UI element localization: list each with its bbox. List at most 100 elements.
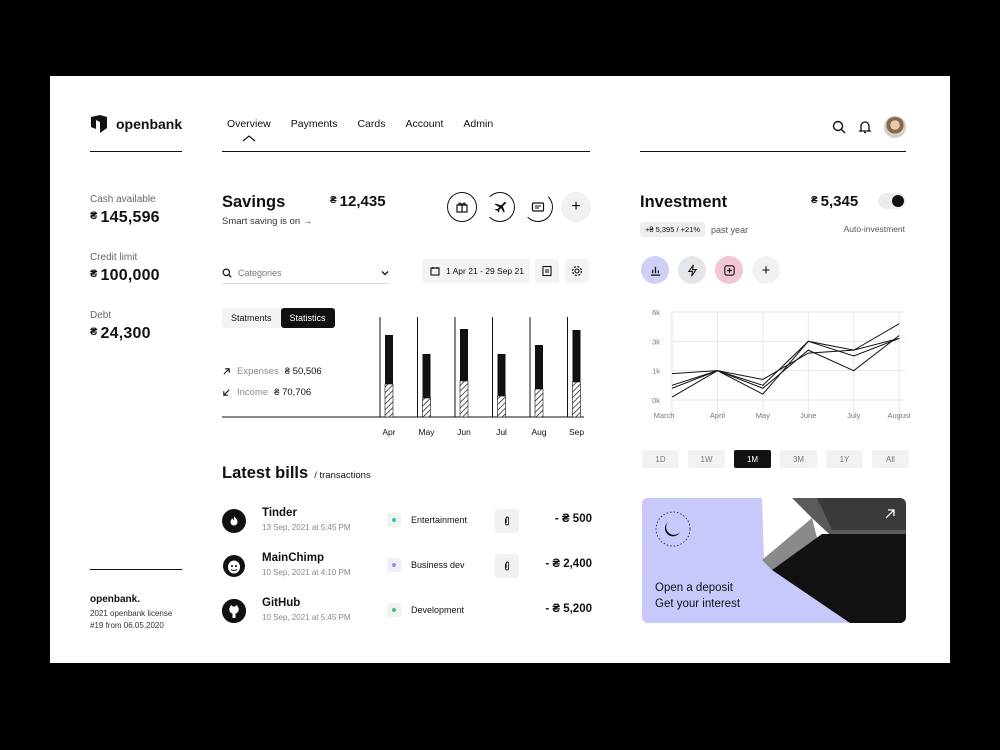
x-tick-label: August xyxy=(887,411,910,420)
attachment-button[interactable] xyxy=(495,554,519,578)
attachment-button[interactable] xyxy=(495,509,519,533)
gear-icon xyxy=(571,265,583,277)
income-bar xyxy=(459,380,469,418)
search-icon[interactable] xyxy=(832,120,846,134)
travel-goal-button[interactable] xyxy=(485,192,515,222)
bill-category: Entertainment xyxy=(387,513,467,527)
bill-name: GitHub xyxy=(262,597,301,609)
bills-title: Latest bills xyxy=(222,464,309,482)
export-button[interactable] xyxy=(535,259,559,283)
promo-text: Open a deposit Get your interest xyxy=(655,580,740,612)
smart-saving-link[interactable]: Smart saving is on → xyxy=(222,216,312,227)
bell-icon[interactable] xyxy=(858,120,872,134)
categories-select[interactable]: Categories xyxy=(222,262,390,284)
range-3m[interactable]: 3M xyxy=(780,450,817,468)
nav-admin[interactable]: Admin xyxy=(463,118,493,130)
income-bar xyxy=(534,388,544,418)
range-selector: 1D 1W 1M 3M 1Y All xyxy=(642,450,909,468)
range-1y[interactable]: 1Y xyxy=(826,450,863,468)
savings-amount: ₴ 12,435 xyxy=(330,193,386,210)
stat-label: Credit limit xyxy=(90,252,138,263)
bar-chart-icon xyxy=(650,266,660,276)
date-range-picker[interactable]: 1 Apr 21 - 29 Sep 21 xyxy=(422,259,530,283)
bills-subtitle: / transactions xyxy=(314,470,371,481)
open-deposit-card[interactable]: Open a deposit Get your interest xyxy=(642,498,906,623)
divider xyxy=(222,151,590,152)
quick-invest-button[interactable] xyxy=(678,256,706,284)
categories-placeholder: Categories xyxy=(238,267,282,278)
openbank-logo-icon xyxy=(91,115,107,133)
income-bar xyxy=(572,381,581,418)
openbank-badge-icon xyxy=(655,511,691,547)
app-frame: openbank Overview Payments Cards Account… xyxy=(50,76,950,663)
bill-row[interactable]: GitHub 10 Sep, 2021 at 5:45 PM Developme… xyxy=(222,597,592,627)
ticket-goal-button[interactable] xyxy=(523,192,553,222)
x-tick-label: June xyxy=(800,411,816,420)
bill-amount: - ₴ 2,400 xyxy=(545,558,592,570)
health-fund-button[interactable] xyxy=(715,256,743,284)
auto-investment-toggle[interactable] xyxy=(878,193,906,209)
active-nav-indicator-icon xyxy=(242,135,256,142)
document-icon xyxy=(542,265,552,277)
paperclip-icon xyxy=(504,516,510,526)
top-actions xyxy=(832,116,906,138)
add-investment-button[interactable]: + xyxy=(752,256,780,284)
investment-growth: +₴ 5,395 / +21% past year xyxy=(640,222,748,237)
stat-credit: Credit limit ₴ 100,000 xyxy=(90,252,160,285)
chevron-down-icon xyxy=(381,270,389,275)
nav-overview[interactable]: Overview xyxy=(227,118,271,130)
divider xyxy=(640,151,906,152)
bill-row[interactable]: Tinder 13 Sep, 2021 at 5:45 PM Entertain… xyxy=(222,507,592,537)
x-tick-label: Jun xyxy=(457,427,471,437)
range-all[interactable]: All xyxy=(872,450,909,468)
bill-row[interactable]: MainChimp 10 Sep, 2021 at 4:10 PM Busine… xyxy=(222,552,592,582)
bill-name: Tinder xyxy=(262,507,297,519)
stats-button[interactable] xyxy=(641,256,669,284)
settings-button[interactable] xyxy=(565,259,589,283)
x-tick-label: Apr xyxy=(382,427,395,437)
search-icon xyxy=(222,268,232,278)
bill-category: Development xyxy=(387,603,464,617)
calendar-icon xyxy=(430,267,440,276)
airplane-icon xyxy=(494,201,507,213)
medical-plus-icon xyxy=(723,264,735,276)
y-tick-label: 1k xyxy=(652,367,660,376)
nav-cards[interactable]: Cards xyxy=(357,118,385,130)
savings-goals: + xyxy=(447,192,591,222)
nav-payments[interactable]: Payments xyxy=(291,118,338,130)
range-1d[interactable]: 1D xyxy=(642,450,679,468)
x-tick-label: Sep xyxy=(569,427,584,437)
brand-logo[interactable]: openbank xyxy=(90,114,182,134)
stat-label: Cash available xyxy=(90,194,156,205)
date-range-value: 1 Apr 21 - 29 Sep 21 xyxy=(446,266,524,276)
x-tick-label: Aug xyxy=(531,427,546,437)
stat-label: Debt xyxy=(90,310,112,321)
y-tick-label: 0k xyxy=(652,396,660,405)
stat-cash: Cash available ₴ 145,596 xyxy=(90,194,160,227)
footer-license: 2021 openbank license xyxy=(90,609,173,618)
add-goal-button[interactable]: + xyxy=(561,192,591,222)
plus-icon: + xyxy=(571,198,581,215)
investment-amount: ₴ 5,345 xyxy=(811,193,859,210)
range-1m[interactable]: 1M xyxy=(734,450,771,468)
arrow-up-right-icon[interactable] xyxy=(884,508,896,520)
promo-line-2: Get your interest xyxy=(655,598,741,610)
stat-debt: Debt ₴ 24,300 xyxy=(90,310,151,343)
savings-title: Savings xyxy=(222,193,286,211)
gift-goal-button[interactable] xyxy=(447,192,477,222)
bill-category: Business dev xyxy=(387,558,465,572)
x-tick-label: March xyxy=(654,411,675,420)
avatar[interactable] xyxy=(884,116,906,138)
bill-name: MainChimp xyxy=(262,552,324,564)
x-tick-label: April xyxy=(710,411,725,420)
main-nav: Overview Payments Cards Account Admin xyxy=(227,118,513,130)
range-1w[interactable]: 1W xyxy=(688,450,725,468)
savings-bar-chart: Apr May Jun Jul Aug Sep xyxy=(222,317,584,437)
nav-account[interactable]: Account xyxy=(405,118,443,130)
growth-period: past year xyxy=(711,224,749,235)
x-tick-label: May xyxy=(756,411,770,420)
promo-line-1: Open a deposit xyxy=(655,582,734,594)
growth-chip: +₴ 5,395 / +21% xyxy=(640,222,706,237)
bills-header: Latest bills / transactions xyxy=(222,464,371,483)
footer: openbank. 2021 openbank license #19 from… xyxy=(90,594,172,632)
